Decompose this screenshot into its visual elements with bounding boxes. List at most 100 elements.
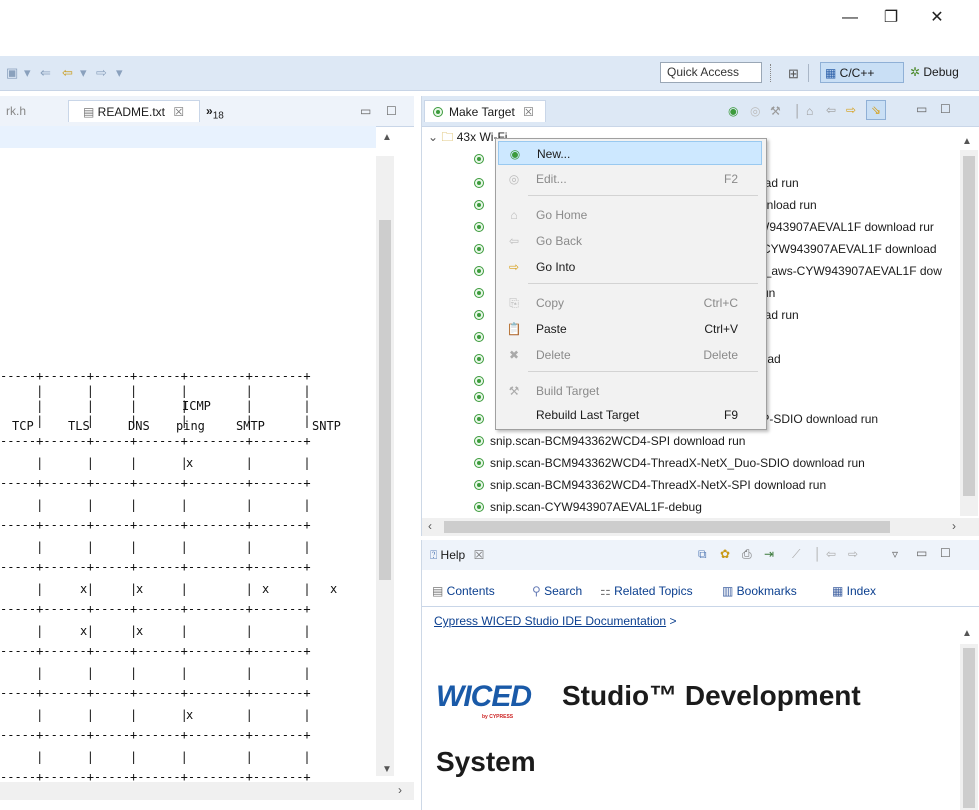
target-item[interactable]: snip.scan-BCM943362WCD4-ThreadX-NetX-SPI… (474, 474, 826, 496)
show-in-toc-icon[interactable]: ⧉ (698, 547, 707, 562)
minimize-view-icon[interactable]: ▭ (360, 100, 371, 122)
perspective-cc-button[interactable]: ▦ C/C++ (820, 62, 904, 83)
minimize-view-icon[interactable]: ▭ (916, 546, 927, 560)
help-contents-label: Contents (446, 584, 495, 598)
go-home-icon[interactable]: ⌂ (806, 104, 813, 118)
vertical-scroll-thumb[interactable] (963, 648, 975, 808)
maximize-view-icon[interactable]: ☐ (940, 102, 951, 116)
maximize-view-icon[interactable]: ☐ (940, 546, 951, 560)
target-label: snip.scan-BCM943362WCD4-ThreadX-NetX-SPI… (490, 478, 827, 492)
print-icon[interactable]: ⎙ (742, 547, 752, 562)
readme-text-area[interactable]: -----+------+-----+------+--------+-----… (0, 126, 394, 782)
dropdown-icon[interactable]: ▾ (80, 65, 87, 81)
menu-item-paste[interactable]: 📋 Paste Ctrl+V (498, 317, 762, 341)
edit-target-icon[interactable]: ◎ (750, 104, 760, 118)
scroll-right-icon[interactable]: › (398, 783, 402, 797)
table-header-dns: DNS (128, 419, 150, 433)
breadcrumb-link[interactable]: Cypress WICED Studio IDE Documentation (434, 614, 666, 628)
tab-readme[interactable]: ▤ README.txt ☒ (68, 100, 200, 122)
sync-icon[interactable]: ⟋ (792, 547, 800, 562)
perspective-debug-button[interactable]: ✲ Debug (906, 62, 979, 83)
scroll-up-icon[interactable]: ▲ (962, 136, 972, 147)
target-label: snip.scan-CYW943907AEVAL1F-debug (490, 500, 702, 514)
menu-item-edit[interactable]: ◎ Edit... F2 (498, 167, 762, 191)
table-cell-x: x (330, 582, 338, 596)
menu-item-go-into[interactable]: ⇨ Go Into (498, 255, 762, 279)
menu-item-rebuild-last-target[interactable]: Rebuild Last Target F9 (498, 403, 762, 427)
menu-item-copy[interactable]: ⎘ Copy Ctrl+C (498, 291, 762, 315)
dropdown-icon[interactable]: ▾ (116, 65, 123, 81)
minimize-button[interactable]: — (830, 4, 870, 32)
help-contents-link[interactable]: ▤ Contents (432, 584, 495, 598)
help-search-link[interactable]: ⚲ Search (532, 584, 582, 598)
view-menu-icon[interactable]: ▿ (892, 547, 898, 561)
scroll-down-icon[interactable]: ▼ (382, 764, 392, 775)
menu-item-go-home[interactable]: ⌂ Go Home (498, 203, 762, 227)
close-tab-icon[interactable]: ☒ (474, 548, 485, 562)
main-toolbar: ▣ ▾ ⇐ ⇦ ▾ ⇨ ▾ Quick Access ⊞ ▦ C/C++ ✲ D… (0, 56, 979, 91)
help-index-link[interactable]: ▦ Index (832, 584, 876, 598)
table-cell-x: x (136, 624, 144, 638)
tab-overflow-button[interactable]: »18 (206, 100, 224, 122)
open-perspective-icon[interactable]: ⊞ (788, 66, 799, 82)
minimize-view-icon[interactable]: ▭ (916, 102, 927, 116)
make-target-title: Make Target (449, 105, 515, 119)
tab-make-target[interactable]: Make Target ☒ (424, 100, 546, 122)
perspective-cc-label: C/C++ (839, 66, 875, 80)
dropdown-icon[interactable]: ▾ (24, 65, 31, 81)
table-cell-x: x (186, 456, 194, 470)
scroll-up-icon[interactable]: ▲ (962, 628, 972, 639)
help-related-topics-link[interactable]: ⚏ Related Topics (600, 584, 693, 598)
scroll-left-icon[interactable]: ‹ (428, 519, 432, 533)
target-item[interactable] (474, 148, 490, 170)
build-target-icon[interactable]: ⚒ (770, 104, 781, 118)
menu-item-go-into-label: Go Into (536, 260, 576, 274)
prev-edit-location-icon[interactable]: ⇦ (62, 65, 73, 81)
separator (770, 64, 773, 82)
close-tab-icon[interactable]: ☒ (173, 105, 184, 119)
go-back-icon[interactable]: ⇦ (826, 547, 836, 561)
vertical-scroll-thumb[interactable] (379, 220, 391, 580)
breadcrumb: Cypress WICED Studio IDE Documentation > (434, 614, 676, 628)
make-target-icon (433, 107, 443, 117)
horizontal-scroll-thumb[interactable] (444, 521, 890, 533)
target-icon (474, 414, 484, 424)
toolbar-icon[interactable]: ▣ (6, 65, 18, 81)
maximize-view-icon[interactable]: ☐ (386, 100, 397, 122)
back-arrow-icon[interactable]: ⇐ (40, 65, 51, 81)
tab-network-h[interactable]: rk.h (6, 100, 26, 122)
target-item[interactable]: snip.scan-BCM943362WCD4-SPI download run (474, 430, 745, 452)
help-bookmarks-link[interactable]: ▥ Bookmarks (722, 584, 797, 598)
expand-chevron-icon[interactable]: ⌄ (428, 130, 441, 144)
restore-button[interactable]: ❐ (871, 4, 911, 32)
wiced-logo: WICED by CYPRESS (436, 680, 532, 720)
bookmark-add-icon[interactable]: ⇥ (764, 547, 774, 561)
horizontal-scrollbar[interactable]: › (0, 782, 414, 800)
menu-item-new[interactable]: ◉ New... (498, 141, 762, 165)
target-item[interactable]: snip.scan-CYW943907AEVAL1F-debug (474, 496, 702, 518)
menu-item-copy-shortcut: Ctrl+C (703, 296, 738, 310)
vertical-scroll-thumb[interactable] (963, 156, 975, 496)
go-forward-icon[interactable]: ⇨ (848, 547, 858, 561)
close-tab-icon[interactable]: ☒ (523, 105, 534, 119)
table-cell-x: x (80, 582, 88, 596)
go-into-icon[interactable]: ⇨ (846, 103, 856, 117)
menu-item-build-target[interactable]: ⚒ Build Target (498, 379, 762, 403)
highlight-search-icon[interactable]: ✿ (720, 547, 730, 561)
context-menu: ◉ New... ◎ Edit... F2 ⌂ Go Home ⇦ Go Back ⇨ Go… (495, 138, 767, 430)
menu-item-delete[interactable]: ✖ Delete Delete (498, 343, 762, 367)
go-back-icon[interactable]: ⇦ (826, 103, 836, 117)
tab-help[interactable]: ⍰ Help ☒ (424, 544, 502, 566)
table-cell-x: x (80, 624, 88, 638)
target-item[interactable]: snip.scan-BCM943362WCD4-ThreadX-NetX_Duo… (474, 452, 865, 474)
menu-item-go-back[interactable]: ⇦ Go Back (498, 229, 762, 253)
target-icon (474, 436, 484, 446)
target-icon (474, 244, 484, 254)
scroll-right-icon[interactable]: › (952, 519, 956, 533)
quick-access-input[interactable]: Quick Access (660, 62, 762, 83)
forward-arrow-icon[interactable]: ⇨ (96, 65, 107, 81)
new-target-icon[interactable]: ◉ (728, 104, 738, 118)
target-item[interactable] (474, 326, 490, 348)
link-with-editor-icon[interactable]: ⇘ (866, 100, 886, 120)
close-window-button[interactable]: ✕ (917, 4, 957, 32)
